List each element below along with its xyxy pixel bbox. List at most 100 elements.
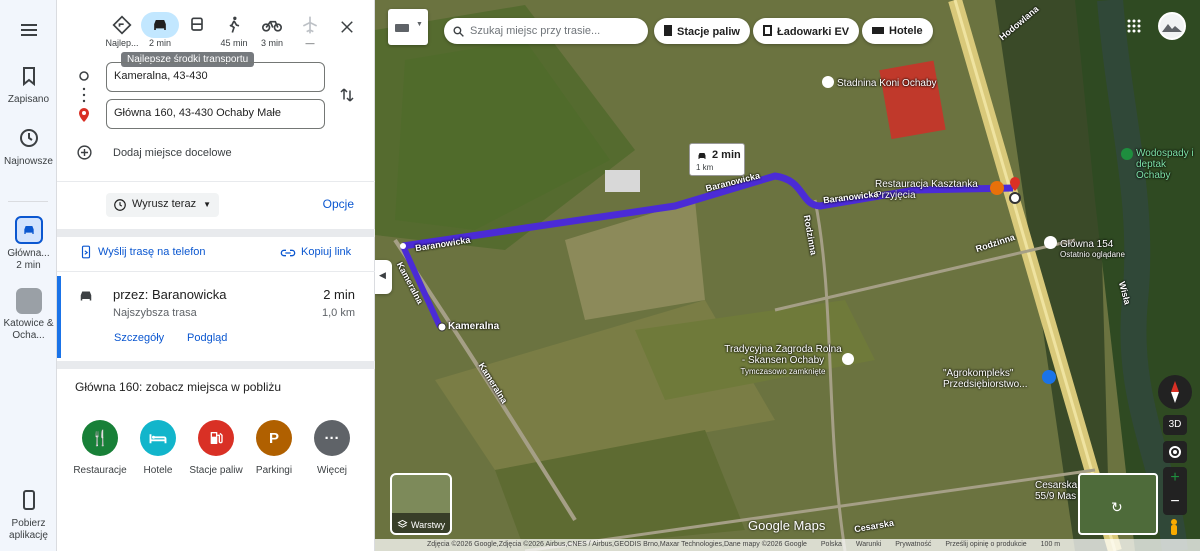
bubble-time: 2 min [712,149,741,161]
link-icon [280,246,296,264]
saved-button[interactable]: Zapisano [0,64,57,106]
route-option-card[interactable]: przez: Baranowicka 2 min Najszybsza tras… [57,276,375,358]
divider [57,271,375,272]
mode-flight[interactable]: — [290,10,330,48]
nearby-title: Główna 160: zobacz miejsca w pobliżu [75,380,282,394]
category-label: Więcej [316,465,347,476]
chip-ev-chargers[interactable]: Ładowarki EV [753,18,860,44]
parking-icon: P [256,420,292,456]
preview-link[interactable]: Podgląd [187,332,227,344]
clock-icon [114,199,126,211]
details-link[interactable]: Szczegóły [114,332,164,344]
place-restauracja[interactable]: Restauracja Kasztanka Przyjęcia [875,179,985,201]
chip-hotels[interactable]: Hotele [862,18,933,44]
send-to-phone-link[interactable]: Wyślij trasę na telefon [98,246,206,258]
chevron-left-icon: ◀ [379,270,386,280]
menu-button[interactable] [0,18,57,48]
recent-label: Najnowsze [4,156,53,167]
active-route-button[interactable]: Główna... 2 min [0,216,57,272]
map-canvas[interactable]: ▼ Szukaj miejsc przy trasie... Stacje pa… [375,0,1200,551]
terms-link[interactable]: Warunki [856,541,881,548]
travel-mode-bar: Najlep... 2 min 45 min 3 min — [57,10,375,55]
street-view-preview[interactable]: ↻ [1078,473,1158,535]
place-sublabel: Tymczasowo zamknięte [740,367,826,376]
add-destination-label[interactable]: Dodaj miejsce docelowe [113,147,232,159]
ev-charger-icon [763,25,772,36]
other-route-button[interactable]: Katowice & Ocha... [0,288,57,342]
collapse-panel-button[interactable]: ◀ [375,260,392,294]
category-hotels[interactable]: Hotele [128,420,188,476]
layers-icon [397,519,408,528]
route-time-bubble[interactable]: 2 min 1 km [689,143,745,176]
origin-dot-icon [79,71,89,81]
divider [57,181,375,182]
bicycle-icon [262,20,283,32]
add-destination-button[interactable] [76,144,93,166]
feedback-link[interactable]: Prześlij opinię o produkcie [945,541,1026,548]
place-label: Wodospady i deptak Ochaby [1136,148,1194,181]
apps-grid-button[interactable] [1127,19,1141,38]
options-link[interactable]: Opcje [323,197,354,211]
destination-input[interactable]: Główna 160, 43-430 Ochaby Małe [106,99,325,129]
attribution-bar: Zdjęcia ©2026 Google,Zdjęcia ©2026 Airbu… [375,539,1200,551]
layer-type-button[interactable]: ▼ [388,9,428,45]
category-restaurants[interactable]: 🍴 Restauracje [70,420,130,476]
pegman-button[interactable] [1166,518,1182,536]
place-agrokompleks[interactable]: "Agrokompleks" Przedsiębiorstwo... [943,368,1043,390]
category-more[interactable]: ··· Więcej [302,420,362,476]
3d-button[interactable]: 3D [1163,415,1187,435]
mode-best-label: Najlep... [105,38,139,48]
place-wodospady[interactable]: Wodospady i deptak Ochaby [1121,148,1196,181]
mode-bike[interactable]: 3 min [252,10,292,48]
layers-button[interactable]: Warstwy [390,473,452,535]
phone-icon [22,490,35,510]
route-search-input[interactable]: Szukaj miejsc przy trasie... [444,18,648,44]
mode-car[interactable]: 2 min [140,10,180,48]
get-app-label: Pobierz aplikację [9,518,48,541]
destination-pin-icon [1010,177,1020,191]
rail-divider [8,201,48,202]
my-location-button[interactable] [1163,441,1187,463]
mode-walk[interactable]: 45 min [214,10,254,48]
country-link[interactable]: Polska [821,541,842,548]
category-parking[interactable]: P Parkingi [244,420,304,476]
destination-pin-icon [79,108,89,122]
category-label: Hotele [143,465,173,476]
get-app-button[interactable]: Pobierz aplikację [0,488,57,542]
diamond-turn-icon [112,15,132,35]
origin-input[interactable]: Kameralna, 43-430 [106,62,325,92]
depart-label: Wyrusz teraz [132,198,197,210]
privacy-link[interactable]: Prywatność [895,541,931,548]
copy-link[interactable]: Kopiuj link [301,246,351,258]
active-route-label: Główna... [7,248,50,259]
close-directions-button[interactable] [338,18,356,41]
zoom-out-button[interactable]: − [1163,491,1187,515]
category-label: Parkingi [255,465,293,476]
recent-button[interactable]: Najnowsze [0,126,57,168]
layers-label: Warstwy [411,520,446,530]
account-avatar[interactable] [1158,12,1186,40]
bus-icon [191,17,203,31]
place-tradycyjna[interactable]: Tradycyjna Zagroda Rolna - Skansen Ochab… [723,344,843,377]
route-time: 2 min [323,287,355,302]
business-pin-icon [1042,370,1056,384]
mode-transit[interactable] [177,10,217,38]
walking-icon [229,16,240,33]
depart-time-select[interactable]: Wyrusz teraz ▼ [106,193,220,217]
swap-button[interactable] [338,86,356,109]
compass-button[interactable] [1158,375,1192,409]
category-fuel[interactable]: Stacje paliw [186,420,246,476]
car-icon [80,291,92,301]
directions-panel: Najlep... 2 min 45 min 3 min — Najlepsze… [57,0,375,551]
place-stadnina[interactable]: Stadnina Koni Ochaby [822,76,937,89]
mode-best[interactable]: Najlep... [102,10,142,48]
museum-pin-icon [842,353,854,365]
place-glowna154[interactable]: Główna 154 Ostatnio oglądane [1044,236,1125,259]
chevron-down-icon: ▼ [416,21,423,28]
scale-label[interactable]: 100 m [1041,541,1060,548]
zoom-in-button[interactable]: + [1163,467,1187,491]
car-icon [14,216,43,244]
mode-flight-label: — [305,38,315,48]
more-icon: ··· [314,420,350,456]
chip-fuel-stations[interactable]: Stacje paliw [654,18,750,44]
